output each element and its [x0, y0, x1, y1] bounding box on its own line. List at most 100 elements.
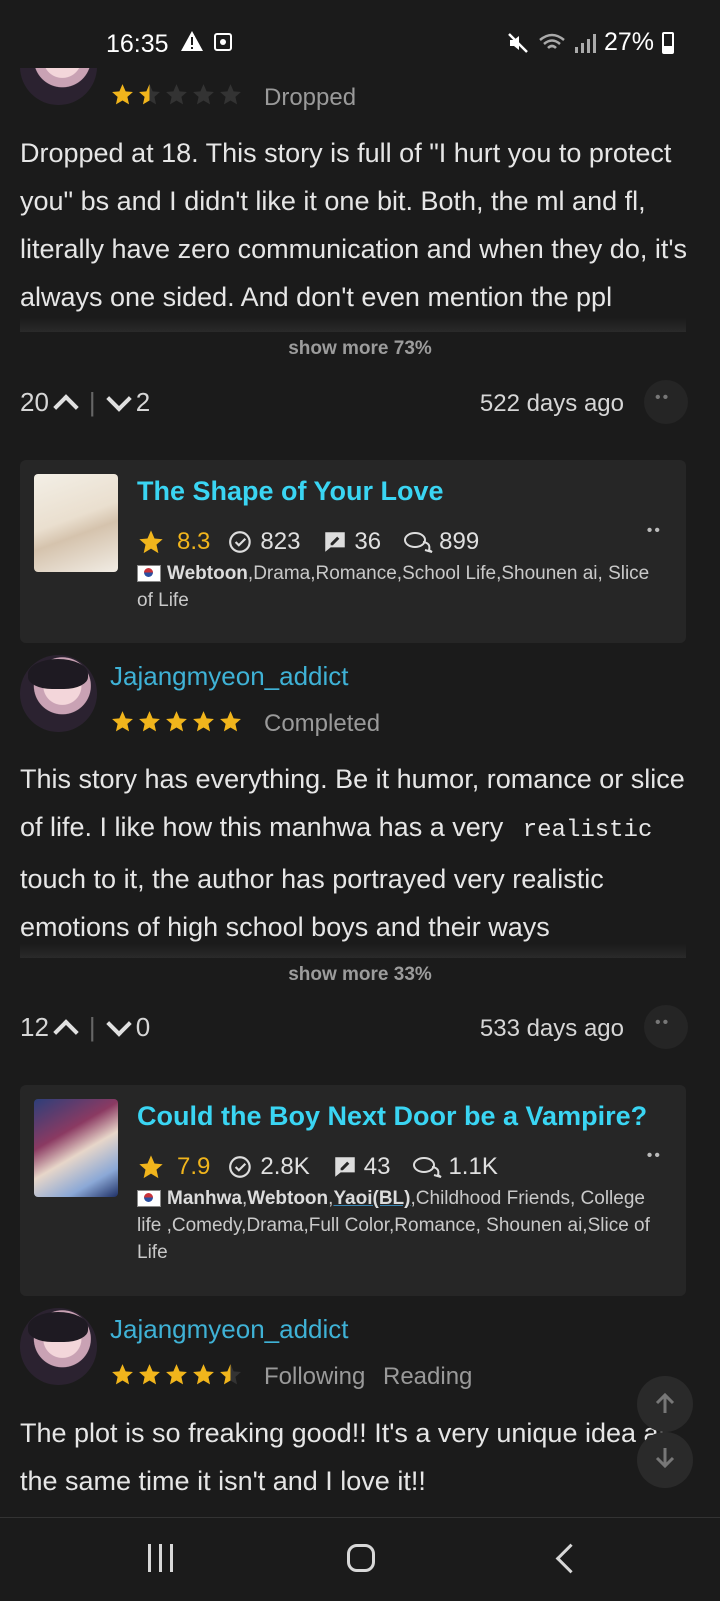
battery-percent: 27%: [603, 28, 654, 56]
more-options-button[interactable]: [644, 380, 688, 424]
star-icon: [139, 1155, 163, 1179]
clock: 16:35: [106, 30, 169, 58]
signal-icon: [574, 33, 596, 53]
back-button[interactable]: [555, 1543, 586, 1574]
status-bar: 16:35 27%: [0, 0, 720, 68]
flag-icon: [137, 1190, 161, 1208]
downvote-button[interactable]: [105, 1010, 132, 1037]
review-age: 533 days ago: [479, 1015, 624, 1042]
comments-count: 1.1K: [448, 1153, 498, 1180]
upvote-button[interactable]: [53, 393, 79, 420]
wifi-icon: [539, 33, 565, 49]
tag-link[interactable]: Yaoi(BL): [333, 1188, 410, 1209]
username[interactable]: Jajangmyeon_addict: [110, 1314, 349, 1345]
scroll-up-button[interactable]: [637, 1376, 693, 1432]
star-icon: [166, 711, 187, 732]
tag[interactable]: Manhwa: [167, 1188, 242, 1209]
following-status: Following: [264, 1363, 366, 1390]
review-text: Dropped at 18. This story is full of "I …: [20, 138, 687, 312]
star-icon: [139, 1364, 160, 1385]
series-tags: Webtoon,Drama,Romance,School Life,Shoune…: [137, 560, 657, 614]
series-tags: Manhwa,Webtoon,Yaoi(BL),Childhood Friend…: [137, 1188, 650, 1263]
series-stats: 8.3 823 36 899: [137, 528, 501, 556]
cover-image[interactable]: [34, 1099, 118, 1197]
reads-count: 823: [260, 528, 301, 555]
series-rating: 8.3: [177, 528, 211, 555]
more-icon[interactable]: ••: [647, 522, 662, 540]
reviews-count: 36: [354, 528, 382, 555]
star-empty-icon: [220, 84, 241, 105]
arrow-up-icon: [655, 1392, 675, 1413]
photo-icon: [214, 33, 232, 51]
star-empty-icon: [193, 84, 214, 105]
star-half-icon: [139, 84, 160, 105]
star-icon: [112, 1364, 133, 1385]
star-rating: [110, 1362, 243, 1387]
upvote-button[interactable]: [53, 1018, 79, 1045]
star-rating: [110, 709, 243, 734]
star-half-icon: [220, 1364, 241, 1385]
flag-icon: [137, 565, 161, 583]
series-card[interactable]: Could the Boy Next Door be a Vampire? 7.…: [20, 1085, 686, 1296]
comments-count: 899: [439, 528, 480, 555]
tag[interactable]: Webtoon: [247, 1188, 328, 1209]
reviews-count: 43: [363, 1153, 391, 1180]
reading-status: Reading: [383, 1363, 473, 1390]
downvote-count: 2: [135, 387, 151, 417]
review-age: 522 days ago: [479, 390, 624, 417]
warning-icon: [181, 31, 203, 51]
review-text-part: touch to it, the author has portrayed ve…: [20, 864, 604, 942]
star-icon: [139, 711, 160, 732]
star-rating: [110, 82, 243, 107]
reading-status: Completed: [264, 710, 381, 737]
battery-icon: [662, 31, 674, 54]
more-icon[interactable]: ••: [647, 1147, 662, 1165]
star-icon: [166, 1364, 187, 1385]
inline-code: realistic: [522, 817, 653, 844]
vote-bar: 12 | 0: [20, 1010, 151, 1045]
text-fade: [20, 318, 686, 332]
tag[interactable]: Webtoon: [167, 563, 248, 584]
star-icon: [220, 711, 241, 732]
series-card[interactable]: The Shape of Your Love 8.3 823 36 899 ••…: [20, 460, 686, 643]
comment-icon: [404, 532, 433, 553]
review-icon: [325, 532, 346, 552]
upvote-count: 20: [20, 387, 49, 417]
check-icon: [229, 1156, 252, 1178]
recent-apps-button[interactable]: [148, 1544, 173, 1572]
arrow-down-icon: [655, 1448, 675, 1469]
review-text: The plot is so freaking good!! It's a ve…: [20, 1418, 667, 1496]
cover-image[interactable]: [34, 474, 118, 572]
text-fade: [20, 944, 686, 958]
star-icon: [193, 711, 214, 732]
comment-icon: [413, 1157, 443, 1178]
avatar[interactable]: [20, 1308, 97, 1385]
series-rating: 7.9: [177, 1153, 211, 1180]
star-icon: [112, 84, 133, 105]
review-text: This story has everything. Be it humor, …: [20, 755, 700, 947]
scroll-down-button[interactable]: [637, 1432, 693, 1488]
check-icon: [229, 531, 252, 553]
reading-status: Dropped: [264, 84, 357, 111]
star-empty-icon: [166, 84, 187, 105]
star-icon: [193, 1364, 214, 1385]
upvote-count: 12: [20, 1012, 49, 1042]
star-icon: [112, 711, 133, 732]
mute-icon: [508, 32, 528, 53]
downvote-button[interactable]: [105, 385, 132, 412]
series-stats: 7.9 2.8K 43 1.1K: [137, 1153, 520, 1181]
avatar[interactable]: [20, 655, 97, 732]
review-icon: [335, 1157, 355, 1177]
reads-count: 2.8K: [260, 1153, 310, 1180]
vote-bar: 20 | 2: [20, 385, 151, 420]
series-title[interactable]: Could the Boy Next Door be a Vampire?: [137, 1101, 647, 1132]
downvote-count: 0: [135, 1012, 151, 1042]
show-more-button[interactable]: show more 73%: [0, 338, 720, 360]
series-title[interactable]: The Shape of Your Love: [137, 476, 444, 507]
show-more-button[interactable]: show more 33%: [0, 964, 720, 986]
home-button[interactable]: [347, 1544, 375, 1572]
username[interactable]: Jajangmyeon_addict: [110, 661, 349, 692]
vote-divider: |: [88, 1012, 96, 1042]
more-options-button[interactable]: [644, 1005, 688, 1049]
system-nav-bar: [0, 1517, 720, 1601]
